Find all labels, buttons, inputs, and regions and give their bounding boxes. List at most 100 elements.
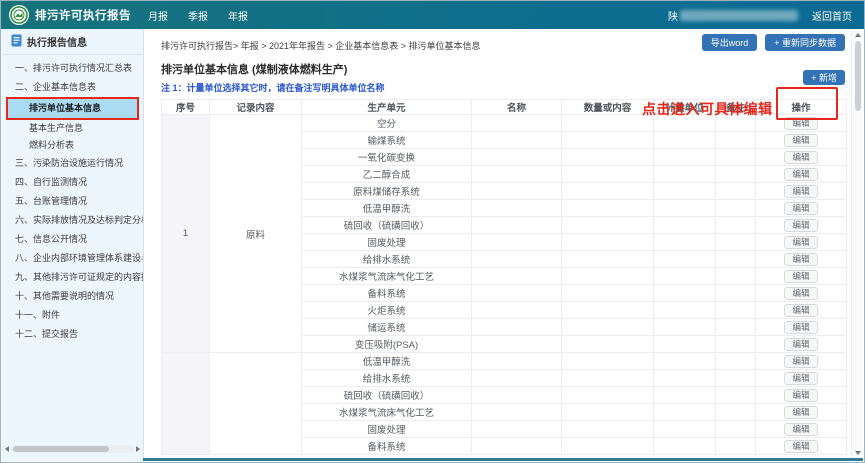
sidebar-item[interactable]: 三、污染防治设施运行情况 bbox=[2, 154, 143, 173]
sidebar-item[interactable]: 九、其他排污许可证规定的内容执行情况 bbox=[2, 268, 143, 287]
column-header: 记录内容 bbox=[210, 100, 302, 115]
edit-button[interactable]: 编辑 bbox=[784, 236, 818, 249]
sidebar-menu: 一、排污许可执行情况汇总表二、企业基本信息表排污单位基本信息基本生产信息燃料分析… bbox=[2, 59, 143, 344]
unit-cell: 备料系统 bbox=[302, 285, 472, 302]
report-doc-icon bbox=[11, 34, 22, 50]
sidebar-item[interactable]: 八、企业内部环境管理体系建设与运行情况 bbox=[2, 249, 143, 268]
operation-cell: 编辑 bbox=[756, 438, 847, 455]
unit-cell: 低温甲醇洗 bbox=[302, 353, 472, 370]
vertical-scrollbar[interactable] bbox=[851, 30, 863, 458]
scroll-down-icon[interactable] bbox=[855, 451, 861, 455]
sidebar-item[interactable]: 燃料分析表 bbox=[2, 137, 143, 154]
edit-button[interactable]: 编辑 bbox=[784, 440, 818, 453]
header-right: 陕 返回首页 bbox=[668, 8, 852, 23]
edit-button[interactable]: 编辑 bbox=[784, 270, 818, 283]
horizontal-scroll-thumb[interactable] bbox=[13, 446, 109, 452]
sidebar: 执行报告信息 一、排污许可执行情况汇总表二、企业基本信息表排污单位基本信息基本生… bbox=[2, 29, 144, 461]
scroll-right-icon[interactable] bbox=[136, 446, 140, 452]
edit-button[interactable]: 编辑 bbox=[784, 304, 818, 317]
measure-unit-cell bbox=[654, 285, 716, 302]
sidebar-item[interactable]: 六、实际排放情况及达标判定分析 bbox=[2, 211, 143, 230]
add-new-button[interactable]: + 新增 bbox=[803, 70, 845, 85]
resync-data-button[interactable]: + 重新同步数据 bbox=[765, 34, 845, 51]
remark-cell bbox=[716, 200, 756, 217]
main-content: 排污许可执行报告> 年报 > 2021年年报告 > 企业基本信息表 > 排污单位… bbox=[144, 29, 851, 459]
edit-button[interactable]: 编辑 bbox=[784, 168, 818, 181]
horizontal-scroll-track[interactable] bbox=[11, 445, 134, 453]
unit-cell: 水煤浆气流床气化工艺 bbox=[302, 268, 472, 285]
vertical-scroll-thumb[interactable] bbox=[855, 41, 861, 111]
name-cell bbox=[472, 149, 562, 166]
export-word-button[interactable]: 导出word bbox=[702, 34, 758, 51]
measure-unit-cell bbox=[654, 438, 716, 455]
sidebar-item[interactable]: 十二、提交报告 bbox=[2, 325, 143, 344]
sidebar-horizontal-scrollbar[interactable] bbox=[5, 444, 140, 454]
remark-cell bbox=[716, 166, 756, 183]
edit-button[interactable]: 编辑 bbox=[784, 389, 818, 402]
edit-button[interactable]: 编辑 bbox=[784, 219, 818, 232]
edit-button[interactable]: 编辑 bbox=[784, 321, 818, 334]
sidebar-item[interactable]: 基本生产信息 bbox=[2, 120, 143, 137]
home-link[interactable]: 返回首页 bbox=[812, 8, 852, 23]
unit-cell: 给排水系统 bbox=[302, 251, 472, 268]
nav-item-年报[interactable]: 年报 bbox=[227, 6, 249, 25]
edit-button[interactable]: 编辑 bbox=[784, 287, 818, 300]
measure-unit-cell bbox=[654, 183, 716, 200]
operation-cell: 编辑 bbox=[756, 149, 847, 166]
name-cell bbox=[472, 217, 562, 234]
quantity-cell bbox=[562, 353, 654, 370]
remark-cell bbox=[716, 302, 756, 319]
operation-cell: 编辑 bbox=[756, 319, 847, 336]
edit-button[interactable]: 编辑 bbox=[784, 372, 818, 385]
sidebar-item[interactable]: 四、自行监测情况 bbox=[2, 173, 143, 192]
nav-item-季报[interactable]: 季报 bbox=[187, 6, 209, 25]
unit-cell: 储运系统 bbox=[302, 319, 472, 336]
operation-cell: 编辑 bbox=[756, 421, 847, 438]
edit-button[interactable]: 编辑 bbox=[784, 202, 818, 215]
quantity-cell bbox=[562, 285, 654, 302]
quantity-cell bbox=[562, 115, 654, 132]
sidebar-item[interactable]: 一、排污许可执行情况汇总表 bbox=[2, 59, 143, 78]
operation-cell: 编辑 bbox=[756, 353, 847, 370]
edit-button[interactable]: 编辑 bbox=[784, 406, 818, 419]
unit-cell: 输煤系统 bbox=[302, 132, 472, 149]
sidebar-item[interactable]: 十、其他需要说明的情况 bbox=[2, 287, 143, 306]
edit-button[interactable]: 编辑 bbox=[784, 151, 818, 164]
edit-button[interactable]: 编辑 bbox=[784, 338, 818, 351]
unit-cell: 固废处理 bbox=[302, 421, 472, 438]
remark-cell bbox=[716, 132, 756, 149]
edit-button[interactable]: 编辑 bbox=[784, 253, 818, 266]
measure-unit-cell bbox=[654, 353, 716, 370]
sidebar-item[interactable]: 七、信息公开情况 bbox=[2, 230, 143, 249]
vertical-scroll-track[interactable] bbox=[854, 39, 862, 449]
quantity-cell bbox=[562, 438, 654, 455]
measure-unit-cell bbox=[654, 200, 716, 217]
remark-cell bbox=[716, 404, 756, 421]
table-body: 1原料空分编辑输煤系统编辑一氧化碳变换编辑乙二醇合成编辑原料煤储存系统编辑低温甲… bbox=[162, 115, 847, 455]
remark-cell bbox=[716, 370, 756, 387]
nav-item-月报[interactable]: 月报 bbox=[147, 6, 169, 25]
column-header: 序号 bbox=[162, 100, 210, 115]
column-header: 数量或内容 bbox=[562, 100, 654, 115]
measure-unit-cell bbox=[654, 421, 716, 438]
quantity-cell bbox=[562, 268, 654, 285]
operation-cell: 编辑 bbox=[756, 217, 847, 234]
sidebar-item[interactable]: 五、台账管理情况 bbox=[2, 192, 143, 211]
toolbar: 导出word + 重新同步数据 bbox=[702, 34, 845, 51]
sidebar-item[interactable]: 二、企业基本信息表 bbox=[2, 78, 143, 97]
unit-cell: 备料系统 bbox=[302, 438, 472, 455]
remark-cell bbox=[716, 285, 756, 302]
name-cell bbox=[472, 421, 562, 438]
seq-cell: 1 bbox=[162, 115, 210, 353]
sidebar-item[interactable]: 十一、附件 bbox=[2, 306, 143, 325]
quantity-cell bbox=[562, 132, 654, 149]
edit-button[interactable]: 编辑 bbox=[784, 423, 818, 436]
edit-button[interactable]: 编辑 bbox=[784, 134, 818, 147]
remark-cell bbox=[716, 387, 756, 404]
edit-button[interactable]: 编辑 bbox=[784, 355, 818, 368]
edit-button[interactable]: 编辑 bbox=[784, 185, 818, 198]
sidebar-item[interactable]: 排污单位基本信息 bbox=[8, 99, 137, 118]
scroll-up-icon[interactable] bbox=[855, 33, 861, 37]
name-cell bbox=[472, 438, 562, 455]
scroll-left-icon[interactable] bbox=[5, 446, 9, 452]
